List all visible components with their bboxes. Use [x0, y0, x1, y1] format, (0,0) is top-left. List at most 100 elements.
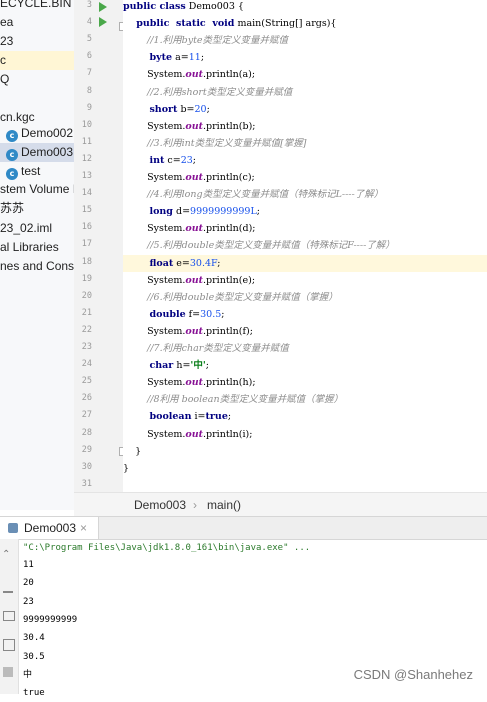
- tree-item[interactable]: Q: [0, 70, 9, 89]
- code-line[interactable]: System.out.println(c);: [123, 169, 487, 186]
- code-line[interactable]: System.out.println(e);: [123, 272, 487, 289]
- run-class-icon[interactable]: [99, 2, 107, 12]
- class-icon: c: [6, 149, 18, 161]
- code-line[interactable]: //4.利用long类型定义变量并赋值（特殊标记L----了解）: [123, 186, 487, 203]
- breadcrumb-file[interactable]: Demo003: [134, 493, 186, 517]
- tree-item[interactable]: c: [0, 51, 74, 70]
- code-token: out: [185, 120, 204, 132]
- code-token: 30.4F: [189, 257, 218, 269]
- breadcrumb: Demo003 › main(): [74, 492, 487, 517]
- code-line[interactable]: public class Demo003 {: [123, 0, 487, 15]
- code-token: public static void: [123, 18, 235, 30]
- output-line: 30.5: [23, 651, 45, 662]
- tree-item[interactable]: ECYCLE.BIN: [0, 0, 71, 13]
- code-line[interactable]: System.out.println(b);: [123, 118, 487, 135]
- code-token: //4.利用long类型定义变量并赋值（特殊标记L----了解）: [123, 189, 384, 201]
- tree-item[interactable]: ea: [0, 13, 13, 32]
- line-number: 4: [86, 17, 92, 28]
- code-token: Demo003 {: [185, 1, 244, 12]
- line-number: 20: [81, 290, 92, 301]
- line-number: 6: [86, 51, 92, 62]
- output-line: 30.4: [23, 633, 45, 644]
- code-token: public class: [123, 1, 186, 12]
- code-line[interactable]: //5.利用double类型定义变量并赋值（特殊标记F----了解）: [123, 237, 487, 254]
- project-tree-panel: ECYCLE.BIN ea 23 c Qcn.kgc c Demo002 c Demo003 c t…: [0, 0, 75, 510]
- code-token: double: [123, 308, 186, 320]
- tree-item[interactable]: 苏苏: [0, 199, 24, 218]
- code-line[interactable]: System.out.println(a);: [123, 66, 487, 83]
- code-token: '中': [190, 360, 206, 372]
- code-token: //2.利用short类型定义变量并赋值: [123, 86, 293, 98]
- tree-item[interactable]: c Demo002: [0, 124, 73, 143]
- print-icon[interactable]: [3, 639, 15, 651]
- code-token: long: [123, 206, 173, 218]
- line-number: 9: [86, 102, 92, 113]
- line-number: 14: [81, 188, 92, 199]
- tree-item[interactable]: 23: [0, 32, 13, 51]
- code-line[interactable]: System.out.println(i);: [123, 426, 487, 443]
- code-line[interactable]: }: [123, 460, 487, 477]
- code-line[interactable]: //1.利用byte类型定义变量并赋值: [123, 32, 487, 49]
- tree-item-label: 23: [0, 34, 14, 48]
- code-line[interactable]: System.out.println(h);: [123, 374, 487, 391]
- code-line[interactable]: //8利用 boolean类型定义变量并赋值（掌握）: [123, 391, 487, 408]
- code-line[interactable]: float e=30.4F;: [123, 254, 487, 272]
- tree-item[interactable]: c Demo003: [0, 143, 74, 162]
- code-token: e=: [173, 257, 190, 269]
- code-line[interactable]: //2.利用short类型定义变量并赋值: [123, 84, 487, 101]
- tree-item[interactable]: stem Volume In: [0, 180, 74, 199]
- line-number: 15: [81, 205, 92, 216]
- tree-item-label: 苏苏: [0, 201, 25, 215]
- code-line[interactable]: short b=20;: [123, 101, 487, 118]
- code-line[interactable]: boolean i=true;: [123, 408, 487, 425]
- tree-item[interactable]: al Libraries: [0, 238, 59, 257]
- line-number: 26: [81, 393, 92, 404]
- tree-item[interactable]: 23_02.iml: [0, 219, 52, 238]
- code-line[interactable]: //6.利用double类型定义变量并赋值（掌握）: [123, 289, 487, 306]
- code-token: out: [185, 428, 204, 440]
- line-number: 19: [81, 273, 92, 284]
- code-line[interactable]: int c=23;: [123, 152, 487, 169]
- line-number: 18: [81, 256, 92, 267]
- arrow-up-icon[interactable]: ⌃: [2, 549, 10, 560]
- code-token: out: [185, 377, 204, 389]
- code-line[interactable]: }: [123, 443, 487, 460]
- code-line[interactable]: char h='中';: [123, 357, 487, 374]
- code-token: //1.利用byte类型定义变量并赋值: [123, 35, 289, 47]
- editor-gutter: 3 4 5 6 7 8 9 10 11 12 13 14 15 16 17 18 19 20 21 22 23 24 25 2…: [74, 0, 128, 492]
- code-token: out: [185, 274, 204, 286]
- code-line[interactable]: System.out.println(f);: [123, 323, 487, 340]
- code-editor[interactable]: public class Demo003 { public static voi…: [123, 0, 487, 492]
- output-line: true: [23, 688, 45, 699]
- class-icon: c: [6, 130, 18, 142]
- code-line[interactable]: System.out.println(d);: [123, 220, 487, 237]
- code-line[interactable]: byte a=11;: [123, 49, 487, 66]
- code-line[interactable]: //7.利用char类型定义变量并赋值: [123, 340, 487, 357]
- code-token: //5.利用double类型定义变量并赋值（特殊标记F----了解）: [123, 240, 395, 252]
- code-token: int: [123, 154, 165, 166]
- run-main-icon[interactable]: [99, 17, 107, 27]
- scroll-to-end-icon[interactable]: [3, 611, 15, 621]
- code-token: .println(c);: [203, 172, 255, 183]
- code-token: //6.利用double类型定义变量并赋值（掌握）: [123, 291, 338, 303]
- tree-item[interactable]: nes and Conso: [0, 257, 74, 276]
- tab-run-demo003[interactable]: Demo003 ×: [0, 517, 99, 539]
- line-number: 31: [81, 478, 92, 489]
- code-line[interactable]: long d=9999999999L;: [123, 203, 487, 220]
- tree-item-label: ECYCLE.BIN: [0, 0, 72, 10]
- tree-item[interactable]: c test: [0, 162, 40, 181]
- code-line[interactable]: double f=30.5;: [123, 306, 487, 323]
- code-token: 20: [194, 103, 207, 115]
- code-token: ;: [200, 52, 205, 64]
- close-icon[interactable]: ×: [80, 517, 87, 539]
- run-toolbar: ⌃: [0, 539, 19, 694]
- code-token: out: [185, 172, 204, 183]
- breadcrumb-method[interactable]: main(): [207, 493, 241, 517]
- watermark: CSDN @Shanhehez: [353, 667, 473, 682]
- line-number: 23: [81, 342, 92, 352]
- code-line[interactable]: public static void main(String[] args){: [123, 15, 487, 32]
- trash-icon[interactable]: [3, 667, 13, 677]
- code-line[interactable]: //3.利用int类型定义变量并赋值[掌握]: [123, 135, 487, 152]
- code-token: boolean: [123, 411, 192, 423]
- wrap-icon[interactable]: [3, 591, 13, 593]
